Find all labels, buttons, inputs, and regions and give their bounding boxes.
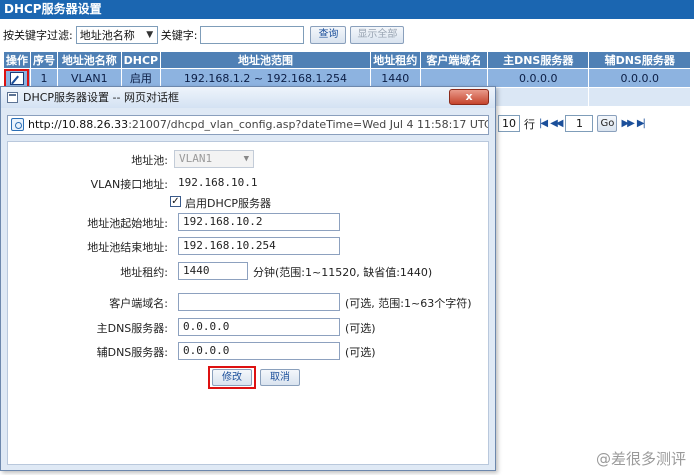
filter-row: 按关键字过滤: 地址池名称 ▼ 关键字: 查询 显示全部 [3,25,405,45]
row-dhcp-status: 启用 [120,68,162,88]
col-header-lease: 地址租约 [369,51,421,69]
url-host: http://10.88.26.33 [28,118,129,131]
pager: 10 行 |◀ ◀◀ 1 Go ▶▶ ▶| [498,115,646,132]
pool-label: 地址池: [131,154,168,167]
dns1-label: 主DNS服务器: [96,322,168,335]
col-header-pool-name: 地址池名称 [57,51,122,69]
row-pool-range: 192.168.1.2 ~ 192.168.1.254 [160,68,371,88]
prev-page-icon[interactable]: ◀◀ [550,118,563,129]
row-pool-name: VLAN1 [57,68,122,88]
dns2-label: 辅DNS服务器: [96,346,168,359]
dns2-input[interactable]: 0.0.0.0 [178,342,340,360]
keyword-input[interactable] [200,26,305,44]
rows-per-page-unit: 行 [524,117,535,131]
page-title: DHCP服务器设置 [0,0,694,19]
table-header-row: 操作 序号 地址池名称 DHCP 地址池范围 地址租约 客户端域名 主DNS服务… [3,51,691,69]
dialog-title: DHCP服务器设置 -- 网页对话框 [1,87,495,108]
client-domain-label: 客户端域名: [109,297,168,310]
rows-per-page-input[interactable]: 10 [498,115,520,132]
modify-button[interactable]: 修改 [212,369,252,386]
dns1-input[interactable]: 0.0.0.0 [178,318,340,336]
enable-dhcp-checkbox[interactable]: ✓ [170,196,181,207]
col-header-dns1: 主DNS服务器 [486,51,590,69]
col-header-pool-range: 地址池范围 [160,51,371,69]
filter-label: 按关键字过滤: [3,29,73,42]
keyword-label: 关键字: [160,29,198,42]
chevron-down-icon: ▼ [146,30,154,40]
dialog-body: 地址池: VLAN1 ▼ VLAN接口地址: 192.168.10.1 ✓ 启用… [7,141,489,465]
dialog-title-text: DHCP服务器设置 -- 网页对话框 [23,91,179,104]
page-number-input[interactable]: 1 [565,115,594,132]
col-header-dhcp: DHCP [120,51,162,69]
address-bar: http://10.88.26.33:21007/dhcpd_vlan_conf… [7,115,489,135]
filter-field-select[interactable]: 地址池名称 ▼ [75,26,158,44]
col-header-index: 序号 [30,51,58,69]
row-dns2: 0.0.0.0 [588,68,691,88]
client-domain-hint: (可选, 范围:1~63个字符) [345,297,472,310]
col-header-action: 操作 [3,51,31,69]
search-button[interactable]: 查询 [310,26,347,44]
url-path: :21007/dhcpd_vlan_config.asp?dateTime=We… [128,118,488,131]
dhcp-settings-page: DHCP服务器设置 按关键字过滤: 地址池名称 ▼ 关键字: 查询 显示全部 操… [0,0,694,475]
client-domain-input[interactable] [178,293,340,311]
go-button[interactable]: Go [597,115,618,132]
show-all-button[interactable]: 显示全部 [350,26,405,44]
vlan-ip-value: 192.168.10.1 [178,176,258,189]
close-button[interactable]: x [449,89,489,105]
row-dns1: 0.0.0.0 [486,68,590,88]
end-address-label: 地址池结束地址: [87,241,168,254]
next-page-icon[interactable]: ▶▶ [621,118,634,129]
dns1-hint: (可选) [345,322,376,335]
vlan-ip-label: VLAN接口地址: [90,178,168,191]
last-page-icon[interactable]: ▶| [637,118,646,129]
dns2-hint: (可选) [345,346,376,359]
watermark: @差很多测评 [595,450,686,468]
page-icon [11,118,24,131]
pool-select[interactable]: VLAN1 ▼ [174,150,254,168]
end-address-input[interactable]: 192.168.10.254 [178,237,340,255]
lease-hint: 分钟(范围:1~11520, 缺省值:1440) [253,266,433,279]
enable-dhcp-label: 启用DHCP服务器 [185,197,272,210]
row-lease: 1440 [369,68,421,88]
row-index: 1 [30,68,58,88]
lease-label: 地址租约: [120,266,168,279]
table-row[interactable]: 1 VLAN1 启用 192.168.1.2 ~ 192.168.1.254 1… [3,68,691,88]
chevron-down-icon: ▼ [243,154,249,164]
start-address-label: 地址池起始地址: [87,217,168,230]
row-client-domain [419,68,488,88]
dhcp-config-dialog: DHCP服务器设置 -- 网页对话框 x http://10.88.26.33:… [0,86,496,471]
first-page-icon[interactable]: |◀ [539,118,548,129]
col-header-dns2: 辅DNS服务器 [588,51,691,69]
pool-select-value: VLAN1 [179,152,213,165]
col-header-client-domain: 客户端域名 [419,51,488,69]
lease-input[interactable]: 1440 [178,262,248,280]
cancel-button[interactable]: 取消 [260,369,300,386]
filter-field-value: 地址池名称 [79,29,135,42]
start-address-input[interactable]: 192.168.10.2 [178,213,340,231]
window-icon [7,92,18,103]
